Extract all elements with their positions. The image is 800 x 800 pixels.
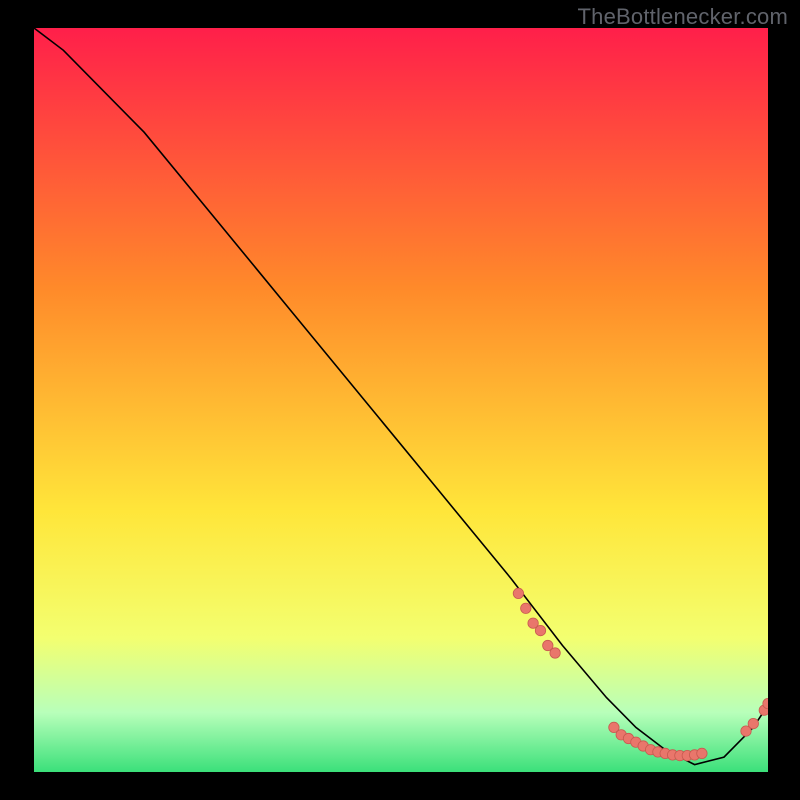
gradient-background bbox=[34, 28, 768, 772]
data-dot bbox=[513, 588, 523, 598]
chart-frame: TheBottlenecker.com bbox=[0, 0, 800, 800]
data-dot bbox=[535, 625, 545, 635]
plot-area bbox=[34, 28, 768, 772]
watermark-text: TheBottlenecker.com bbox=[578, 4, 788, 30]
data-dot bbox=[521, 603, 531, 613]
data-dot bbox=[550, 648, 560, 658]
data-dot bbox=[748, 718, 758, 728]
data-dot bbox=[697, 748, 707, 758]
chart-svg bbox=[34, 28, 768, 772]
